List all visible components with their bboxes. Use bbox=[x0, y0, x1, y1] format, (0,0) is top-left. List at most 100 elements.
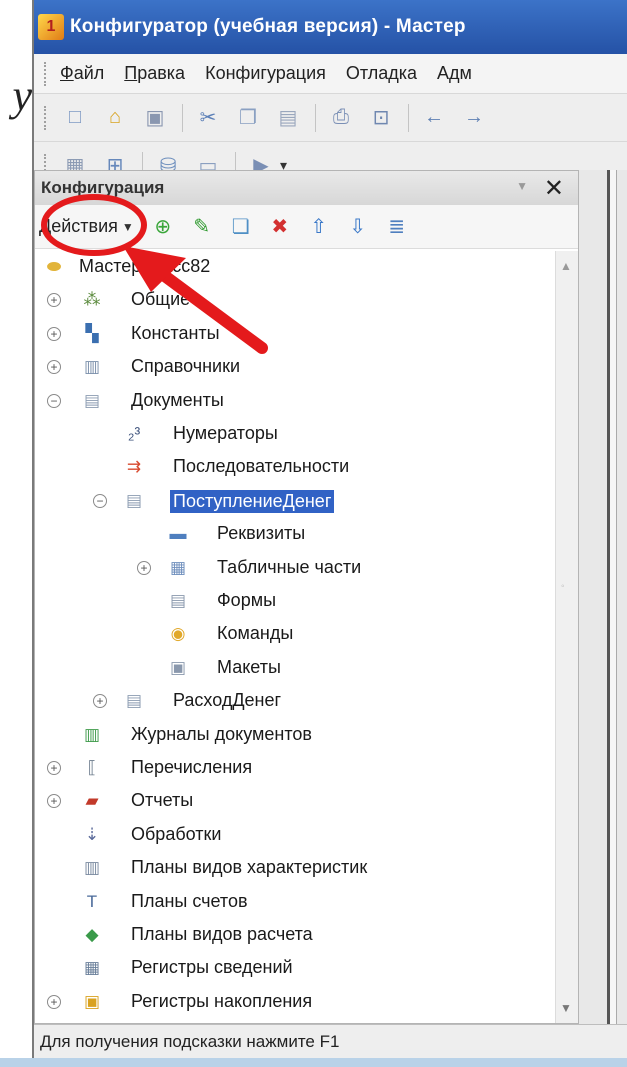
tree-item[interactable]: + ▥ Справочники bbox=[35, 351, 555, 384]
open-folder-icon[interactable]: ⌂ bbox=[100, 103, 130, 133]
move-down-icon[interactable]: ⇩ bbox=[343, 212, 373, 242]
tree-item[interactable]: ▥ Журналы документов bbox=[35, 719, 555, 752]
tree-item[interactable]: + ▚ Константы bbox=[35, 318, 555, 351]
tree-item[interactable]: + ⁂ Общие bbox=[35, 284, 555, 317]
expand-toggle-icon[interactable]: + bbox=[47, 326, 61, 341]
title-bar[interactable]: 1 Конфигуратор (учебная версия) - Мастер bbox=[34, 0, 627, 54]
tree-item[interactable]: ▣ Макеты bbox=[35, 652, 555, 685]
pin-icon[interactable]: ▼ bbox=[516, 179, 528, 193]
expand-toggle-icon[interactable]: + bbox=[47, 360, 61, 375]
undo-icon[interactable]: ← bbox=[419, 103, 449, 133]
copy-item-icon[interactable]: ❏ bbox=[226, 212, 256, 242]
tree-item-label: Команды bbox=[217, 623, 294, 644]
info-registers-icon: ▦ bbox=[83, 958, 101, 978]
collapse-toggle-icon[interactable]: − bbox=[47, 393, 61, 408]
background-letter: у bbox=[12, 71, 32, 120]
tree-item[interactable]: ▥ Планы видов характеристик bbox=[35, 852, 555, 885]
tree-item[interactable]: ◉ Команды bbox=[35, 618, 555, 651]
tree-item-label: Макеты bbox=[217, 656, 281, 677]
configuration-panel: Конфигурация ▼ ✕ Действия ▼ ⊕ ✎ ❏ ✖ ⇧ ⇩ ≣ ⬬ Мас… bbox=[34, 170, 579, 1024]
forms-icon: ▤ bbox=[169, 591, 187, 610]
print-preview-icon[interactable]: ⊡ bbox=[366, 103, 396, 133]
tree-item[interactable]: ◆ Планы видов расчета bbox=[35, 919, 555, 952]
paste-icon[interactable]: ▤ bbox=[273, 103, 303, 133]
commands-icon: ◉ bbox=[170, 624, 186, 644]
tree-item[interactable]: + ▤ РасходДенег bbox=[35, 685, 555, 718]
tree-item[interactable]: − ▤ Документы bbox=[35, 385, 555, 418]
copy-icon[interactable]: ❐ bbox=[233, 103, 263, 133]
cut-icon[interactable]: ✂ bbox=[193, 103, 223, 133]
tree-item-label: Планы видов характеристик bbox=[131, 857, 368, 878]
menu-item-4[interactable]: Адм bbox=[437, 63, 472, 84]
tree-item[interactable]: ⇣ Обработки bbox=[35, 819, 555, 852]
tree-item-label: Регистры накопления bbox=[131, 990, 313, 1011]
status-text: Для получения подсказки нажмите F1 bbox=[40, 1031, 340, 1051]
tree-scrollbar[interactable]: ▲ ◦ ▼ bbox=[555, 251, 578, 1023]
panel-toolbar: Действия ▼ ⊕ ✎ ❏ ✖ ⇧ ⇩ ≣ bbox=[35, 205, 578, 249]
scroll-thumb[interactable]: ◦ bbox=[561, 581, 573, 593]
delete-icon[interactable]: ✖ bbox=[265, 212, 295, 242]
tree-item-label: Перечисления bbox=[131, 757, 253, 777]
expand-toggle-icon[interactable]: + bbox=[47, 293, 61, 308]
toolbar-separator bbox=[182, 103, 183, 132]
toolbar-separator bbox=[408, 103, 409, 132]
journals-icon: ▥ bbox=[83, 724, 101, 744]
tree-item-label: Последовательности bbox=[173, 456, 350, 477]
expand-toggle-icon[interactable]: + bbox=[47, 794, 61, 809]
main-toolbar: □ ⌂ ▣ ✂ ❐ ▤ ⎙ ⊡ ← → bbox=[34, 94, 627, 142]
save-icon[interactable]: ▣ bbox=[140, 103, 170, 133]
tree-item[interactable]: + ⟦ Перечисления bbox=[35, 752, 555, 785]
enums-icon: ⟦ bbox=[87, 758, 97, 777]
templates-icon: ▣ bbox=[169, 657, 187, 677]
actions-menu-button[interactable]: Действия bbox=[39, 216, 118, 237]
tree-item[interactable]: ▤ Формы bbox=[35, 585, 555, 618]
bottom-strip bbox=[0, 1058, 627, 1067]
new-document-icon[interactable]: □ bbox=[60, 103, 90, 133]
collapse-toggle-icon[interactable]: − bbox=[93, 493, 107, 508]
tree-item-label: МастерКласс82 bbox=[79, 256, 211, 276]
toolbar-separator bbox=[315, 103, 316, 132]
tree-item[interactable]: ▬ Реквизиты bbox=[35, 518, 555, 551]
dropdown-arrow-icon[interactable]: ▼ bbox=[122, 220, 134, 234]
expand-toggle-icon[interactable]: + bbox=[47, 761, 61, 775]
menu-item-2[interactable]: Конфигурация bbox=[205, 63, 326, 84]
tree-item-label: Документы bbox=[131, 389, 224, 410]
window-title: Конфигуратор (учебная версия) - Мастер bbox=[70, 16, 466, 37]
menu-item-1[interactable]: Правка bbox=[124, 63, 185, 84]
right-editor-pane bbox=[579, 170, 627, 1024]
panel-header: Конфигурация ▼ ✕ bbox=[35, 171, 578, 205]
move-up-icon[interactable]: ⇧ bbox=[304, 212, 334, 242]
app-logo-icon: 1 bbox=[38, 14, 64, 40]
catalogs-icon: ▥ bbox=[83, 357, 101, 377]
tree-item[interactable]: ₂³ Нумераторы bbox=[35, 418, 555, 451]
sequences-icon: ⇉ bbox=[126, 457, 142, 477]
tree-item-label: Планы счетов bbox=[131, 890, 248, 911]
close-icon[interactable]: ✕ bbox=[544, 174, 564, 203]
expand-toggle-icon[interactable]: + bbox=[47, 994, 61, 1009]
scroll-down-arrow-icon[interactable]: ▼ bbox=[560, 1001, 572, 1015]
calculation-types-icon: ◆ bbox=[85, 925, 99, 944]
print-icon[interactable]: ⎙ bbox=[326, 103, 356, 133]
tabular-sections-icon: ▦ bbox=[169, 557, 187, 577]
tree-item[interactable]: T Планы счетов bbox=[35, 886, 555, 919]
tree-item[interactable]: ⬬ МастерКласс82 bbox=[35, 251, 555, 284]
tree-item[interactable]: + ▦ Табличные части bbox=[35, 552, 555, 585]
tree-item-label: Обработки bbox=[131, 823, 222, 844]
edit-icon[interactable]: ✎ bbox=[187, 212, 217, 242]
reports-icon: ▰ bbox=[85, 791, 99, 811]
tree-item[interactable]: + ▣ Регистры накопления bbox=[35, 986, 555, 1019]
sort-icon[interactable]: ≣ bbox=[382, 212, 412, 242]
tree-item[interactable]: ⇉ Последовательности bbox=[35, 451, 555, 484]
redo-icon[interactable]: → bbox=[459, 103, 489, 133]
menu-item-0[interactable]: Файл bbox=[60, 63, 104, 84]
expand-toggle-icon[interactable]: + bbox=[93, 694, 107, 709]
tree-item[interactable]: ▦ Регистры сведений bbox=[35, 952, 555, 985]
menu-item-3[interactable]: Отладка bbox=[346, 63, 417, 84]
attributes-icon: ▬ bbox=[169, 524, 187, 544]
pane-splitter[interactable] bbox=[607, 170, 617, 1024]
add-icon[interactable]: ⊕ bbox=[148, 212, 178, 242]
scroll-up-arrow-icon[interactable]: ▲ bbox=[560, 259, 572, 273]
tree-item[interactable]: − ▤ ПоступлениеДенег bbox=[35, 485, 555, 518]
tree-item[interactable]: + ▰ Отчеты bbox=[35, 785, 555, 818]
expand-toggle-icon[interactable]: + bbox=[137, 560, 151, 575]
